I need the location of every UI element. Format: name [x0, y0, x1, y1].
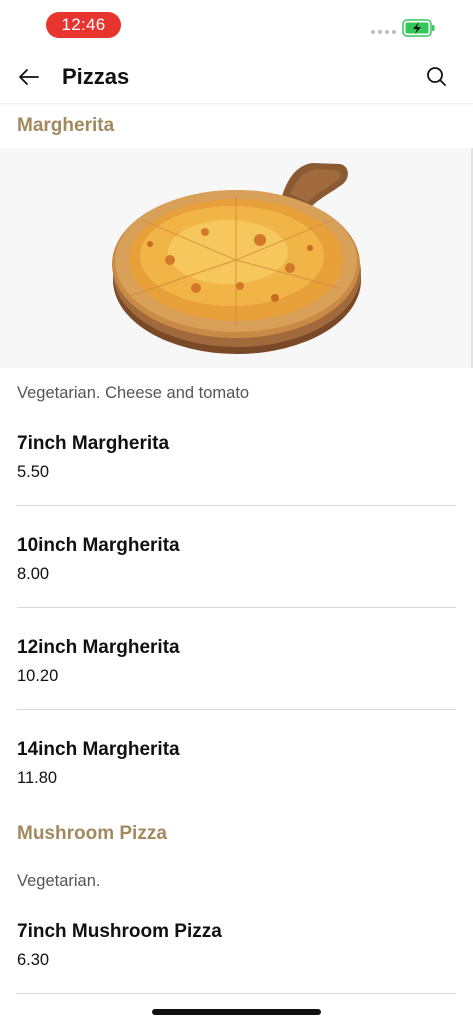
item-name: 7inch Mushroom Pizza — [17, 921, 222, 942]
item-price: 11.80 — [17, 769, 58, 787]
section-title-margherita: Margherita — [17, 115, 115, 136]
search-icon[interactable] — [422, 62, 452, 92]
signal-icon — [371, 30, 396, 34]
nav-bar: Pizzas — [0, 50, 473, 104]
item-name: 7inch Margherita — [17, 433, 170, 454]
item-name: 12inch Margherita — [17, 637, 180, 658]
divider — [17, 993, 456, 994]
section-description: Vegetarian. — [17, 872, 101, 890]
item-price: 5.50 — [17, 463, 50, 481]
divider — [17, 607, 456, 608]
item-name: 14inch Margherita — [17, 739, 180, 760]
status-time: 12:46 — [46, 12, 121, 38]
divider — [17, 709, 456, 710]
status-bar: 12:46 — [0, 0, 473, 50]
back-arrow-icon[interactable] — [14, 62, 44, 92]
home-indicator[interactable] — [152, 1009, 321, 1015]
margherita-image — [0, 148, 471, 368]
battery-charging-icon — [402, 19, 435, 37]
item-name: 10inch Margherita — [17, 535, 180, 556]
item-price: 8.00 — [17, 565, 50, 583]
page-title: Pizzas — [62, 64, 130, 89]
item-price: 6.30 — [17, 951, 50, 969]
item-price: 10.20 — [17, 667, 59, 685]
divider — [17, 505, 456, 506]
section-title-mushroom-pizza: Mushroom Pizza — [17, 823, 167, 844]
section-description: Vegetarian. Cheese and tomato — [17, 384, 250, 402]
